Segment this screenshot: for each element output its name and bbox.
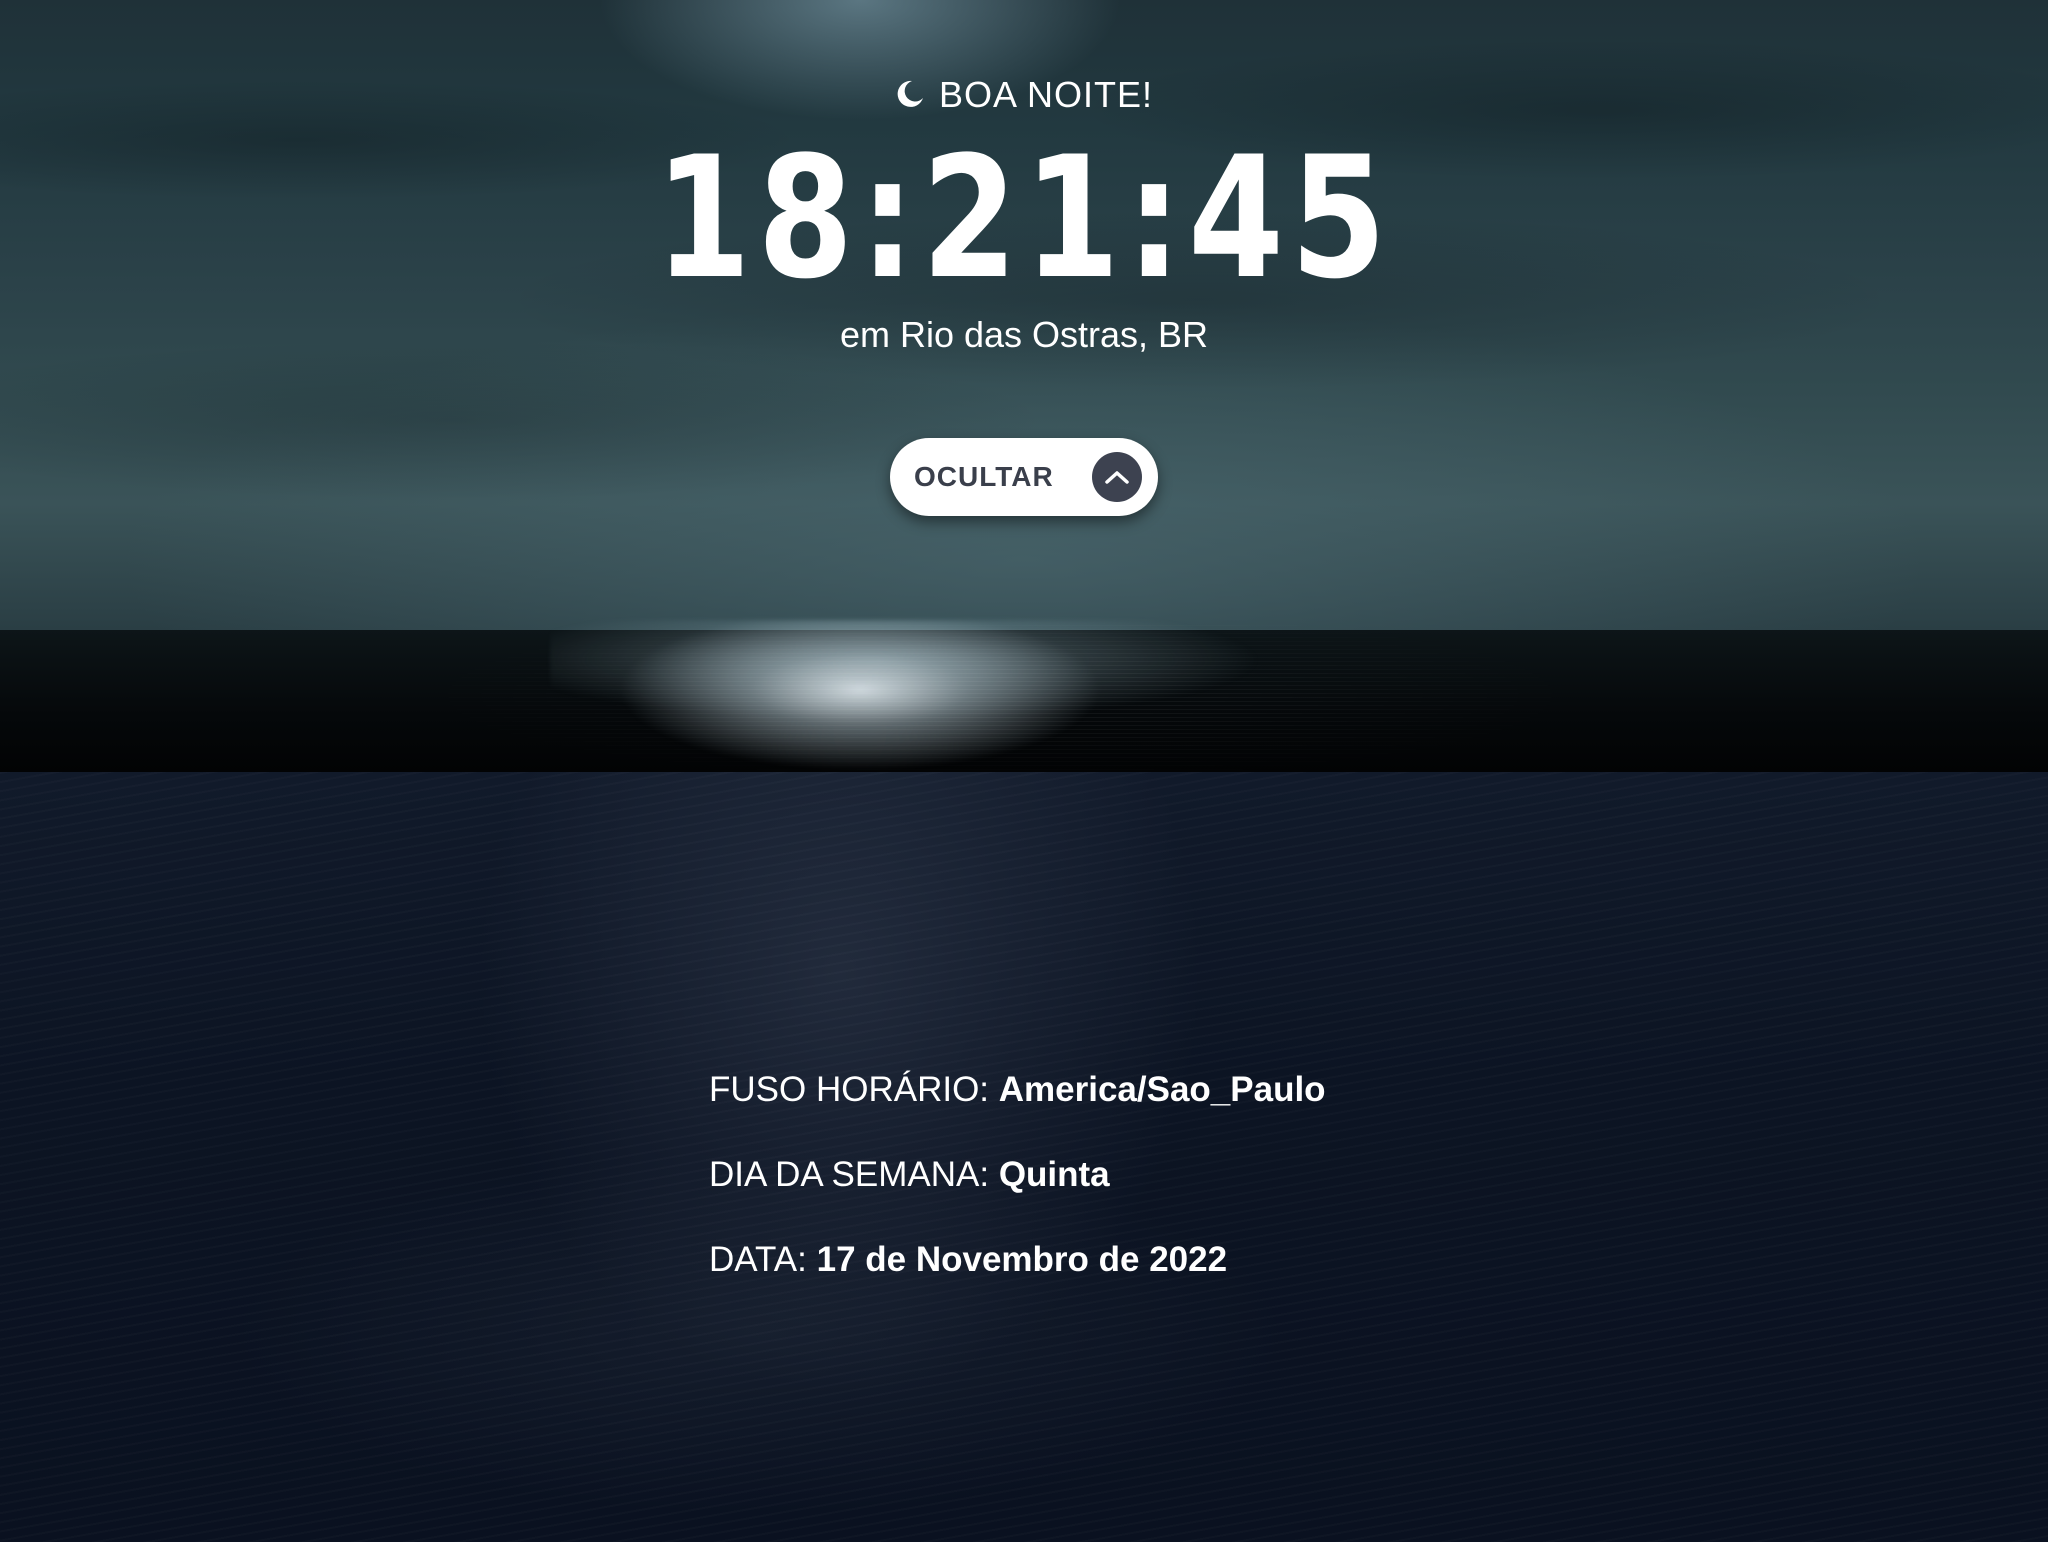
sea-waves: [300, 625, 1700, 772]
clock-time: 18:21:45: [655, 120, 1393, 316]
details-list: FUSO HORÁRIO: America/Sao_Paulo DIA DA S…: [709, 1068, 1326, 1323]
detail-weekday: DIA DA SEMANA: Quinta: [709, 1153, 1326, 1238]
weekday-value: Quinta: [998, 1155, 1110, 1194]
timezone-value: America/Sao_Paulo: [998, 1070, 1326, 1109]
greeting: BOA NOITE!: [0, 74, 2048, 116]
chevron-up-icon: [1092, 452, 1142, 502]
location-text: em Rio das Ostras, BR: [839, 314, 1209, 355]
detail-timezone: FUSO HORÁRIO: America/Sao_Paulo: [709, 1068, 1326, 1153]
date-label: DATA:: [709, 1240, 817, 1279]
hide-details-label: OCULTAR: [914, 461, 1054, 492]
moon-icon: [895, 76, 925, 107]
hide-details-button[interactable]: OCULTAR: [890, 438, 1158, 516]
weekday-label: DIA DA SEMANA:: [709, 1155, 999, 1194]
greeting-text: BOA NOITE!: [938, 74, 1154, 115]
timezone-label: FUSO HORÁRIO:: [709, 1070, 999, 1109]
detail-date: DATA: 17 de Novembro de 2022: [709, 1238, 1326, 1323]
date-value: 17 de Novembro de 2022: [816, 1240, 1228, 1279]
